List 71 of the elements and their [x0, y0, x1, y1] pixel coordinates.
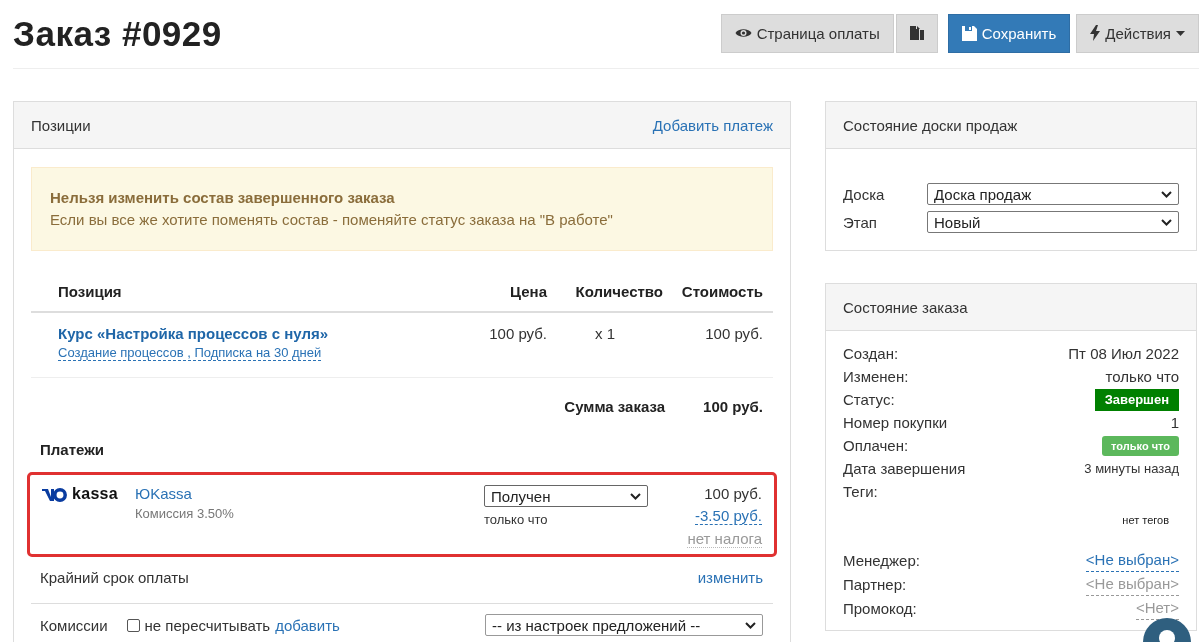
total-label: Сумма заказа — [564, 398, 666, 415]
total-value: 100 руб. — [703, 398, 763, 415]
chevron-icon — [1161, 218, 1172, 226]
product-link[interactable]: Курс «Настройка процессов с нуля» — [58, 325, 329, 342]
copy-button[interactable] — [895, 13, 938, 53]
chevron-icon — [630, 492, 641, 500]
actions-button[interactable]: Действия — [1076, 13, 1199, 53]
field-label: Статус: — [843, 390, 895, 410]
field-label: Теги: — [843, 482, 878, 502]
commission-text: Комиссия 3.50% — [135, 506, 234, 521]
manager-link[interactable]: <Не выбран> — [1085, 548, 1179, 572]
column-header: Цена — [509, 283, 547, 300]
save-button[interactable]: Сохранить — [947, 13, 1071, 53]
commissions-label: Комиссии — [40, 616, 108, 634]
cost-cell-text: 100 руб. — [704, 325, 763, 342]
add-payment-link[interactable]: Добавить платеж — [652, 116, 773, 134]
logo-mark-icon — [42, 487, 67, 503]
caret-icon — [1176, 30, 1185, 36]
fee-link[interactable]: -3.50 руб. — [695, 507, 762, 525]
panel-title: Состояние заказа — [843, 298, 968, 316]
logo-text: kassa — [72, 485, 118, 503]
field-link[interactable]: <Не выбран> — [1085, 572, 1179, 596]
field-value: Пт 08 Июл 2022 — [1068, 344, 1179, 364]
payment-time: только что — [484, 512, 548, 527]
field-label: Менеджер: — [843, 550, 920, 571]
panel-title: Позиции — [31, 116, 91, 134]
change-link[interactable]: изменить — [697, 569, 763, 586]
field-label: Доска — [843, 185, 886, 203]
payment-status-select[interactable]: Получен — [484, 485, 648, 507]
price-cell-text: 100 руб. — [488, 325, 547, 342]
column-header: Стоимость — [680, 283, 763, 300]
add-link[interactable]: добавить — [275, 616, 340, 634]
column-header: Позиция — [58, 283, 123, 300]
eye-icon — [734, 27, 752, 39]
field-label: Номер покупки — [843, 413, 948, 433]
floppy-icon — [961, 25, 977, 41]
copy-icon — [908, 25, 925, 41]
field-label: Изменен: — [843, 367, 909, 387]
chevron-icon — [745, 621, 756, 629]
status-badge: Завершен — [1094, 388, 1179, 411]
checkbox-label: не пересчитывать — [144, 616, 271, 634]
panel-title: Состояние доски продаж — [843, 116, 1018, 134]
tags-value: нет тегов — [1122, 513, 1169, 528]
paid-badge: только что — [1102, 435, 1179, 456]
chevron-icon — [1161, 190, 1172, 198]
bolt-icon — [1090, 25, 1101, 41]
payments-title: Платежи — [40, 441, 105, 458]
field-label: Создан: — [843, 344, 899, 364]
product-details-link[interactable]: Создание процессов , Подписка на 30 дней — [58, 345, 322, 361]
tax-link[interactable]: нет налога — [687, 530, 762, 548]
commission-select[interactable]: -- из настроек предложений -- — [485, 614, 763, 636]
payment-method-link[interactable]: ЮKassa — [135, 485, 192, 502]
field-label: Этап — [843, 213, 878, 231]
board-select[interactable]: Новый — [927, 211, 1179, 233]
field-value: только что — [1105, 367, 1179, 387]
board-select[interactable]: Доска продаж — [927, 183, 1179, 205]
alert-text: Если вы все же хотите поменять состав - поменяйте статус заказа на "В работе" — [50, 210, 614, 230]
deadline-label: Крайний срок оплаты — [40, 569, 189, 586]
field-label: Оплачен: — [843, 436, 909, 456]
quantity-cell-text: x 1 — [594, 325, 616, 342]
field-label: Промокод: — [843, 598, 917, 619]
column-header: Количество — [574, 283, 663, 300]
field-label: Партнер: — [843, 574, 907, 595]
checkbox[interactable] — [126, 618, 140, 632]
field-label: Дата завершения — [843, 459, 966, 479]
field-value: 1 — [1170, 413, 1179, 433]
payment-page-button[interactable]: Страница оплаты — [720, 13, 894, 53]
alert-title: Нельзя изменить состав завершенного заказа — [50, 188, 396, 208]
field-value: 3 минуты назад — [1084, 460, 1179, 478]
payment-amount: 100 руб. — [704, 485, 762, 502]
page-title: Заказ #0929 — [13, 14, 222, 54]
